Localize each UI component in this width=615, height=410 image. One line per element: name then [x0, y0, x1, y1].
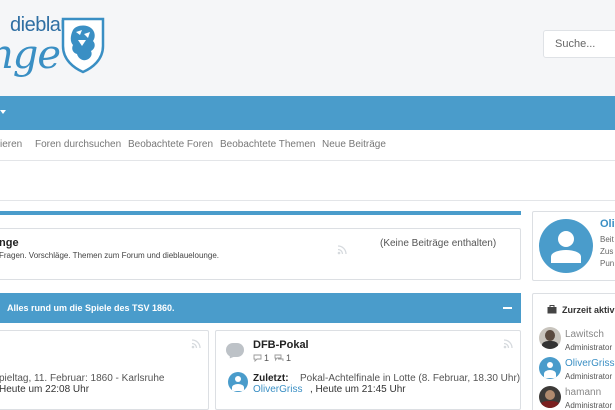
- sub-navigation: ieren Foren durchsuchen Beobachtete Fore…: [0, 130, 615, 160]
- forum-title[interactable]: nge: [0, 237, 19, 249]
- rss-icon[interactable]: [503, 339, 513, 349]
- main-navbar: [0, 96, 615, 130]
- last-post-meta: Heute um 22:08 Uhr: [0, 384, 90, 395]
- active-user-role: Administrator: [565, 372, 613, 381]
- posts-count: 1: [286, 353, 292, 363]
- sidebar-user-panel: Oli Beit Zus Pun: [532, 211, 615, 281]
- forum-node-dfb-pokal: DFB-Pokal 1 1 Zuletzt: Pokal-Achtelfinal…: [215, 330, 521, 410]
- threads-count: 1: [264, 353, 270, 363]
- subnav-link-0[interactable]: ieren: [0, 139, 22, 150]
- sidebar-active-users-panel: Zurzeit aktiv Lawitsch Administrator Oli…: [532, 293, 615, 410]
- sidebar-user-stat: Beit: [600, 235, 614, 244]
- active-user-name[interactable]: OliverGriss: [565, 358, 614, 369]
- lion-shield-icon: [61, 17, 105, 74]
- forum-description: Fragen. Vorschläge. Themen zum Forum und…: [0, 251, 219, 260]
- last-post-time: , Heute um 21:45 Uhr: [310, 384, 406, 395]
- last-post-prefix: Zuletzt:: [253, 373, 289, 384]
- category-header-bar: [0, 211, 521, 215]
- avatar[interactable]: [539, 219, 593, 273]
- last-post-author[interactable]: OliverGriss: [253, 384, 302, 395]
- category-bar-matches: Alles rund um die Spiele des TSV 1860.: [0, 293, 521, 323]
- divider: [0, 200, 615, 201]
- active-user-name[interactable]: Lawitsch: [565, 329, 604, 340]
- briefcase-icon: [547, 305, 557, 314]
- subnav-link-forum-search[interactable]: Foren durchsuchen: [35, 139, 121, 150]
- collapse-minus-icon[interactable]: [503, 307, 512, 309]
- forum-empty-label: (Keine Beiträge enthalten): [380, 238, 497, 249]
- last-thread-link[interactable]: Pokal-Achtelfinale in Lotte (8. Februar,…: [300, 373, 520, 384]
- subnav-link-new-posts[interactable]: Neue Beiträge: [322, 139, 386, 150]
- search-input[interactable]: Suche...: [543, 30, 615, 58]
- avatar[interactable]: [539, 386, 561, 408]
- active-user-role: Administrator: [565, 343, 613, 352]
- category-title[interactable]: Alles rund um die Spiele des TSV 1860.: [7, 303, 175, 313]
- sidebar-user-stat: Pun: [600, 259, 615, 268]
- active-user-name[interactable]: hamann: [565, 387, 601, 398]
- rss-icon[interactable]: [337, 245, 347, 255]
- sidebar-username[interactable]: Oli: [600, 218, 615, 230]
- sidebar-active-title: Zurzeit aktiv: [562, 305, 615, 315]
- nav-dropdown-caret-icon[interactable]: [0, 110, 6, 114]
- sidebar-user-stat: Zus: [600, 247, 614, 256]
- divider: [0, 160, 615, 161]
- last-thread-link[interactable]: pieltag, 11. Februar: 1860 - Karlsruhe: [0, 373, 164, 384]
- breadcrumb-strip: [0, 171, 615, 201]
- site-header: dieblaue nge Suche...: [0, 0, 615, 96]
- threads-count-icon: [253, 354, 262, 362]
- forum-title[interactable]: DFB-Pokal: [253, 339, 309, 351]
- subnav-link-watched-threads[interactable]: Beobachtete Themen: [220, 139, 315, 150]
- rss-icon[interactable]: [191, 339, 201, 349]
- site-logo[interactable]: dieblaue nge: [0, 8, 82, 78]
- avatar[interactable]: [539, 357, 561, 379]
- logo-line2: nge: [0, 32, 61, 78]
- forum-node-matchday: pieltag, 11. Februar: 1860 - Karlsruhe H…: [0, 330, 209, 410]
- forum-node-lounge: nge Fragen. Vorschläge. Themen zum Forum…: [0, 228, 521, 280]
- forum-chat-bubble-icon: [226, 343, 244, 357]
- active-user-role: Administrator: [565, 401, 613, 410]
- avatar[interactable]: [228, 372, 248, 392]
- posts-count-icon: [274, 354, 284, 362]
- avatar[interactable]: [539, 327, 561, 349]
- subnav-link-watched-forums[interactable]: Beobachtete Foren: [128, 139, 213, 150]
